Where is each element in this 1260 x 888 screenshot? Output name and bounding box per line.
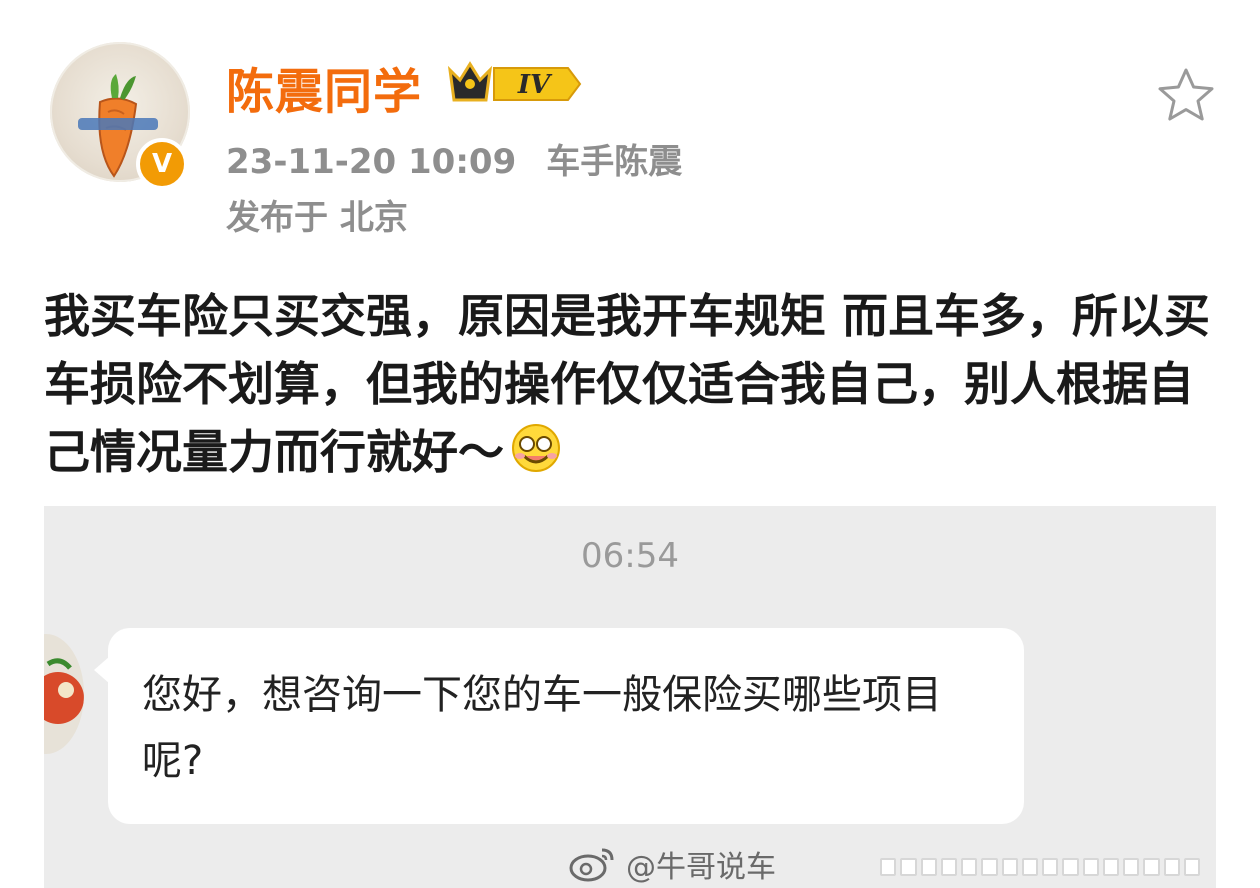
- chat-avatar-art: [44, 658, 84, 724]
- chat-message-text: 您好，想咨询一下您的车一般保险买哪些项目呢?: [142, 672, 942, 784]
- post-text-block: 我买车险只买交强，原因是我开车规矩 而且车多，所以买车损险不划算，但我的操作仅仅…: [44, 282, 1224, 486]
- watermark-text: @牛哥说车: [626, 850, 776, 885]
- post-text: 我买车险只买交强，原因是我开车规矩 而且车多，所以买车损险不划算，但我的操作仅仅…: [44, 289, 1211, 479]
- watermark: @牛哥说车: [568, 836, 776, 888]
- post-timestamp: 23-11-20 10:09: [226, 142, 517, 182]
- chat-screenshot-image[interactable]: 06:54 您好，想咨询一下您的车一般保险买哪些项目呢? @牛哥说车: [44, 506, 1216, 888]
- chat-message-bubble: 您好，想咨询一下您的车一般保险买哪些项目呢?: [94, 628, 1024, 824]
- shy-laugh-emoji-icon: [512, 424, 560, 472]
- verified-badge-icon: V: [136, 138, 188, 190]
- favorite-star-icon[interactable]: [1156, 66, 1216, 124]
- level-text: IV: [517, 70, 553, 100]
- chat-time: 06:54: [581, 536, 679, 576]
- image-strip-indicator: [880, 858, 1200, 876]
- author-name[interactable]: 陈震同学: [226, 52, 422, 122]
- post-location: 发布于 北京: [226, 198, 408, 238]
- chat-sender-avatar: [44, 634, 84, 754]
- post-source[interactable]: 车手陈震: [546, 142, 682, 182]
- weibo-logo-icon: [569, 848, 614, 882]
- post-meta: 23-11-20 10:09 车手陈震: [226, 134, 682, 183]
- crown-level-badge-icon: IV: [448, 61, 582, 102]
